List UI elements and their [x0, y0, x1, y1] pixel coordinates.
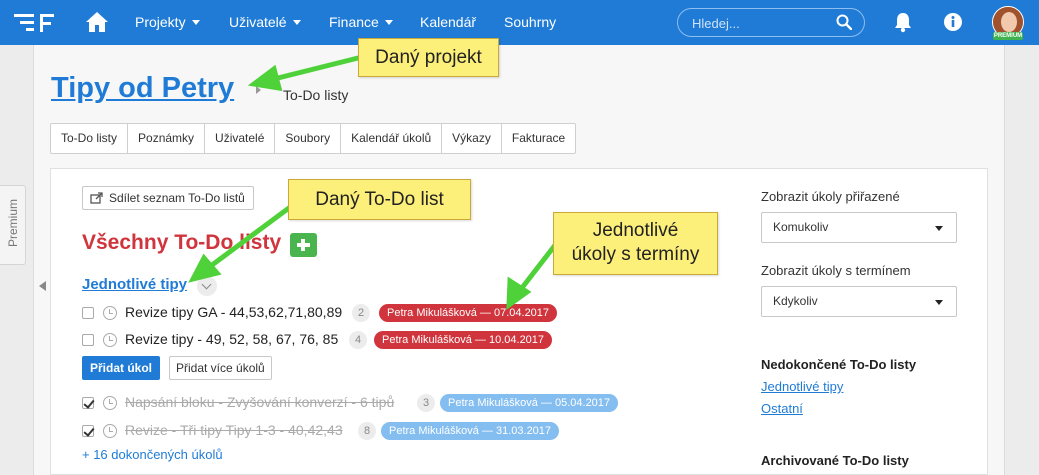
tab-uzivatele[interactable]: Uživatelé — [205, 124, 276, 153]
nav-souhrny[interactable]: Souhrny — [504, 14, 556, 30]
unfinished-lists-heading: Nedokončené To-Do listy — [761, 357, 917, 372]
share-list-button[interactable]: Sdílet seznam To-Do listů — [82, 186, 254, 210]
info-icon[interactable] — [943, 12, 963, 32]
task-checkbox[interactable] — [82, 425, 94, 437]
chevron-down-icon — [191, 20, 200, 25]
nav-kalendar[interactable]: Kalendář — [420, 14, 476, 30]
task-row-done: Revize - Tři tipy Tipy 1-3 - 40,42,43 8 … — [82, 422, 582, 442]
app-logo-icon[interactable] — [14, 10, 66, 36]
tab-vykazy[interactable]: Výkazy — [442, 124, 502, 153]
chevron-down-icon — [384, 20, 393, 25]
task-name[interactable]: Napsání bloku - Zvyšování konverzí - 6 t… — [125, 394, 394, 410]
task-checkbox[interactable] — [82, 334, 94, 346]
task-row: Revize tipy - 49, 52, 58, 67, 76, 85 4 P… — [82, 331, 602, 351]
collapse-arrow-icon[interactable] — [39, 281, 46, 291]
nav-projekty[interactable]: Projekty — [135, 14, 200, 30]
breadcrumb-separator-icon — [256, 86, 261, 94]
callout-project: Daný projekt — [358, 38, 499, 77]
chevron-down-icon[interactable] — [197, 276, 217, 296]
task-name[interactable]: Revize - Tři tipy Tipy 1-3 - 40,42,43 — [125, 422, 343, 438]
todo-list-title[interactable]: Jednotlivé tipy — [82, 276, 187, 293]
completed-tasks-link[interactable]: + 16 dokončených úkolů — [82, 447, 223, 462]
deadline-filter-select[interactable]: Kdykoliv — [761, 286, 957, 317]
task-row: Revize tipy GA - 44,53,62,71,80,89 2 Pet… — [82, 304, 602, 324]
nav-uzivatele[interactable]: Uživatelé — [229, 14, 301, 30]
tab-todo-listy[interactable]: To-Do listy — [51, 124, 129, 153]
add-more-tasks-button[interactable]: Přidat více úkolů — [169, 356, 272, 380]
clock-icon — [103, 396, 117, 410]
unfinished-list-link[interactable]: Jednotlivé tipy — [761, 379, 843, 394]
breadcrumb: To-Do listy — [283, 87, 349, 103]
tab-fakturace[interactable]: Fakturace — [502, 124, 575, 153]
share-list-label: Sdílet seznam To-Do listů — [109, 191, 245, 205]
clock-icon — [103, 333, 117, 347]
clock-icon — [103, 306, 117, 320]
project-title[interactable]: Tipy od Petry — [51, 72, 234, 105]
task-checkbox[interactable] — [82, 397, 94, 409]
comment-count-badge: 4 — [349, 331, 367, 349]
home-icon[interactable] — [84, 10, 110, 34]
task-name[interactable]: Revize tipy - 49, 52, 58, 67, 76, 85 — [125, 331, 338, 347]
premium-badge: PREMIUM — [993, 32, 1023, 40]
share-icon — [90, 192, 103, 204]
unfinished-list-link[interactable]: Ostatní — [761, 401, 803, 416]
archived-lists-heading: Archivované To-Do listy — [761, 453, 909, 468]
tab-poznamky[interactable]: Poznámky — [128, 124, 206, 153]
callout-tasks-line2: úkoly s termíny — [571, 244, 700, 265]
search-box — [677, 8, 865, 37]
callout-tasks-line1: Jednotlivé — [592, 220, 679, 241]
section-title: Všechny To-Do listy — [82, 231, 282, 254]
assigned-filter-select[interactable]: Komukoliv — [761, 212, 957, 243]
task-checkbox[interactable] — [82, 307, 94, 319]
chevron-down-icon — [292, 20, 301, 25]
assignee-deadline-tag: Petra Mikulášková — 10.04.2017 — [374, 331, 553, 349]
comment-count-badge: 8 — [358, 422, 376, 440]
search-icon[interactable] — [836, 14, 852, 30]
assignee-deadline-tag: Petra Mikulášková — 31.03.2017 — [381, 422, 560, 440]
search-input[interactable] — [692, 14, 832, 32]
callout-tasks: Jednotlivé úkoly s termíny — [553, 212, 718, 275]
premium-side-tab[interactable]: Premium — [0, 185, 26, 265]
task-name[interactable]: Revize tipy GA - 44,53,62,71,80,89 — [125, 304, 342, 320]
tab-soubory[interactable]: Soubory — [275, 124, 342, 153]
assigned-filter-label: Zobrazit úkoly přiřazené — [761, 189, 900, 204]
nav-finance[interactable]: Finance — [329, 14, 393, 30]
project-tabs: To-Do listy Poznámky Uživatelé Soubory K… — [50, 123, 577, 154]
task-row-done: Napsání bloku - Zvyšování konverzí - 6 t… — [82, 394, 642, 414]
clock-icon — [103, 424, 117, 438]
top-navbar: Projekty Uživatelé Finance Kalendář Souh… — [0, 0, 1039, 45]
add-list-button[interactable] — [290, 233, 317, 257]
comment-count-badge: 3 — [417, 394, 435, 412]
premium-side-label: Premium — [6, 199, 20, 248]
callout-todo-list: Daný To-Do list — [288, 179, 471, 220]
assignee-deadline-tag: Petra Mikulášková — 05.04.2017 — [440, 394, 619, 412]
assignee-deadline-tag: Petra Mikulášková — 07.04.2017 — [379, 304, 558, 322]
add-task-button[interactable]: Přidat úkol — [82, 356, 161, 380]
tab-kalendar-ukolu[interactable]: Kalendář úkolů — [341, 124, 443, 153]
comment-count-badge: 2 — [352, 304, 370, 322]
deadline-filter-label: Zobrazit úkoly s termínem — [761, 263, 911, 278]
bell-icon[interactable] — [893, 11, 913, 33]
